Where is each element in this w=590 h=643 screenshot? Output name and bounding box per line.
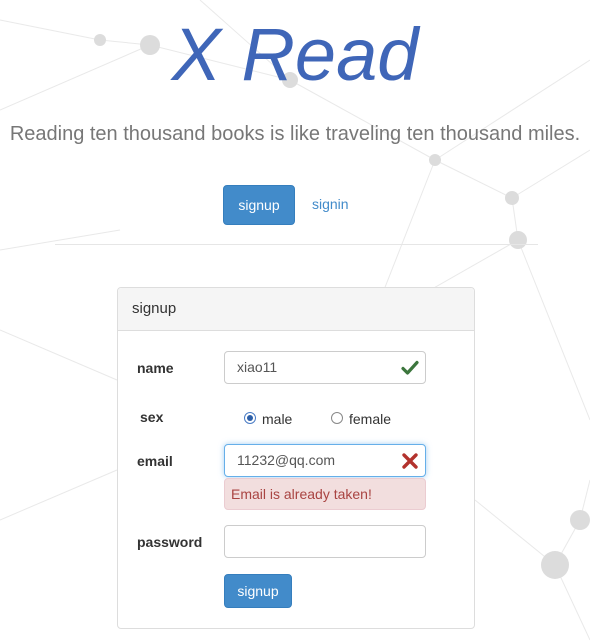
signup-submit-button[interactable]: signup	[224, 574, 292, 608]
check-icon	[401, 360, 419, 375]
x-icon	[402, 453, 418, 469]
email-field[interactable]: 11232@qq.com	[224, 444, 426, 477]
nav-signin-link[interactable]: signin	[312, 196, 349, 212]
sex-female-label[interactable]: female	[349, 411, 391, 427]
nav-signup-button[interactable]: signup	[223, 185, 295, 225]
name-field-value: xiao11	[237, 359, 278, 375]
email-label: email	[137, 453, 173, 469]
tagline: Reading ten thousand books is like trave…	[9, 123, 581, 145]
panel-title: signup	[118, 288, 474, 331]
sex-male-label[interactable]: male	[262, 411, 292, 427]
password-label: password	[137, 534, 203, 550]
email-field-value: 11232@qq.com	[237, 452, 336, 468]
divider	[55, 244, 538, 245]
sex-female-radio[interactable]	[331, 412, 343, 424]
email-error-alert: Email is already taken!	[224, 478, 426, 510]
sex-label: sex	[140, 409, 164, 425]
sex-male-radio[interactable]	[244, 412, 256, 424]
password-field[interactable]	[224, 525, 426, 558]
brand-title: X Read	[171, 13, 419, 96]
name-field[interactable]: xiao11	[224, 351, 426, 384]
name-label: name	[137, 360, 174, 376]
